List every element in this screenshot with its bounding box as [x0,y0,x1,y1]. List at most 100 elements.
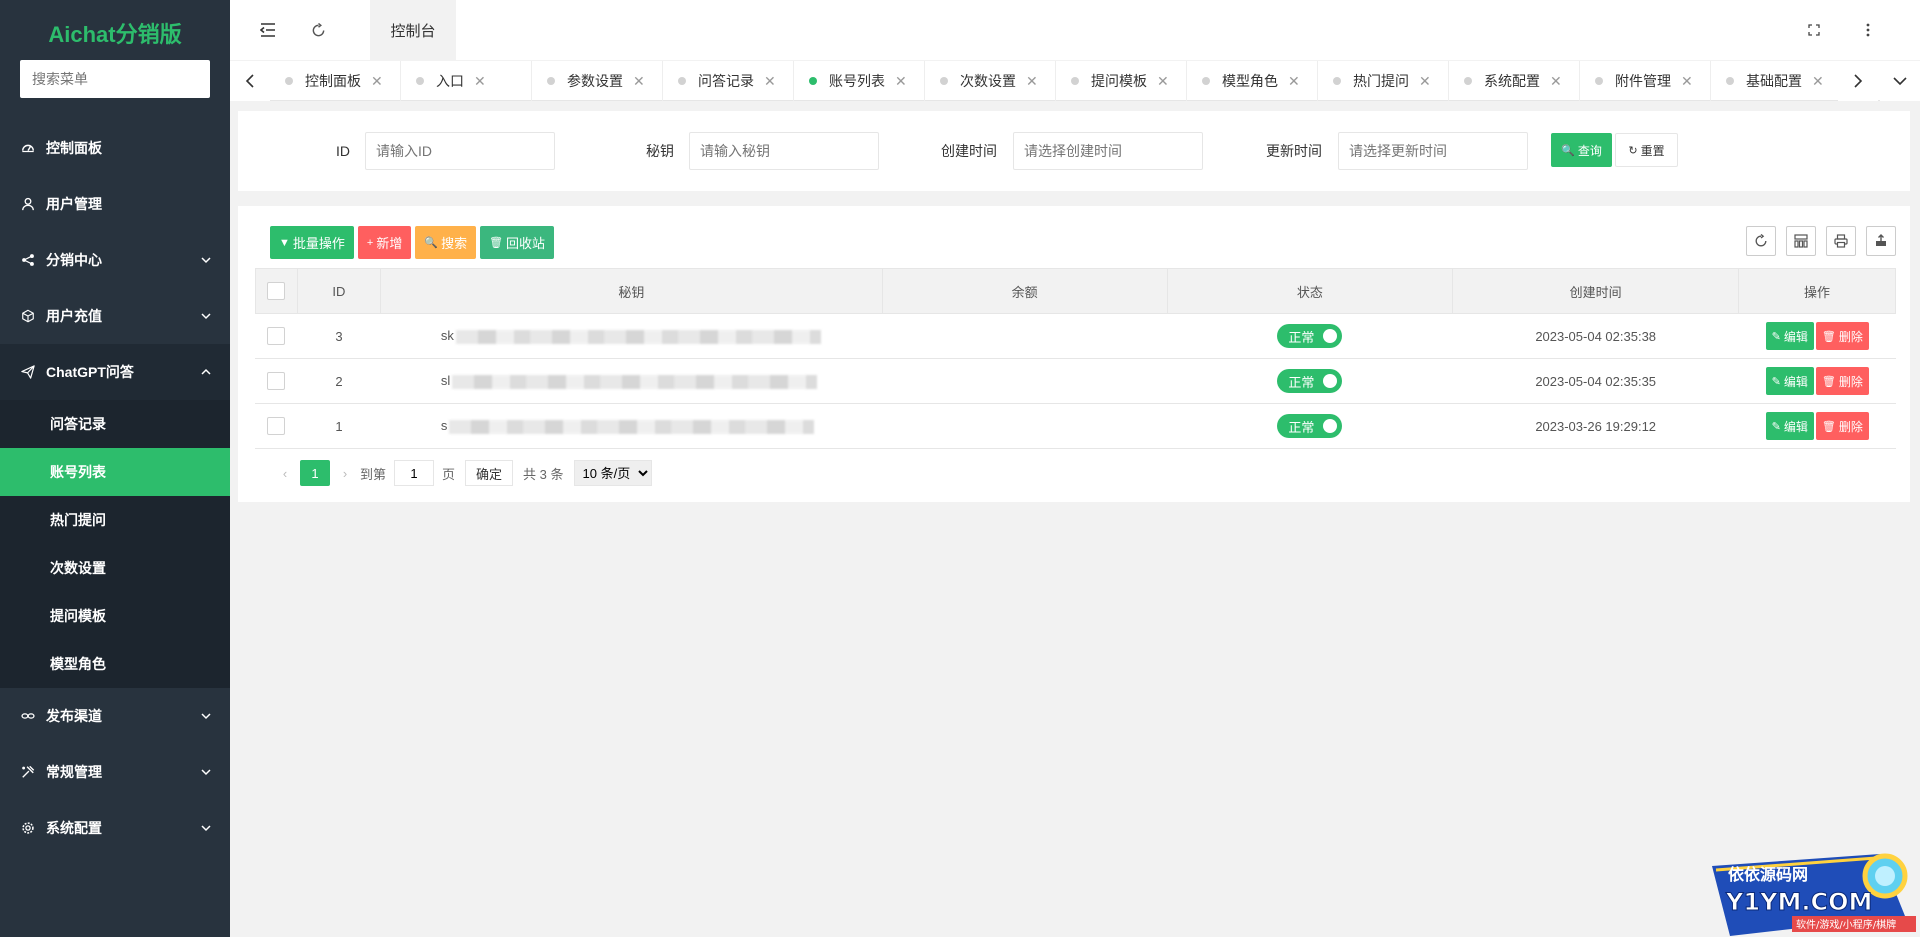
status-toggle[interactable]: 正常 [1277,324,1343,348]
close-icon[interactable]: ✕ [1812,73,1824,90]
table-refresh-button[interactable] [1746,226,1776,256]
sidebar-subitem-hot-questions[interactable]: 热门提问 [0,496,230,544]
column-header-balance[interactable]: 余额 [881,268,1168,314]
tabs-scroll-left-button[interactable] [230,61,270,101]
updated-time-input[interactable] [1338,132,1528,170]
tab-item[interactable]: 基础配置 ✕ [1711,61,1838,101]
status-text: 正常 [1288,329,1315,345]
tab-label: 控制面板 [305,73,361,89]
table-row: 3 sk 正常 2023-05-04 02:35:38 ✎ 编辑 🗑 删除 [255,313,1896,359]
row-checkbox[interactable] [267,417,286,435]
sidebar-subitem-question-templates[interactable]: 提问模板 [0,592,230,640]
menu-search-input[interactable] [20,60,210,98]
sidebar-item-dashboard[interactable]: 控制面板 [0,120,230,176]
delete-label: 删除 [1838,419,1863,434]
delete-button[interactable]: 🗑 删除 [1815,412,1869,440]
sidebar-item-general[interactable]: 常规管理 [0,744,230,800]
export-icon [1876,234,1886,246]
column-header-key[interactable]: 秘钥 [379,268,883,314]
tab-item[interactable]: 模型角色 ✕ [1187,61,1318,101]
row-checkbox[interactable] [267,327,286,345]
delete-button[interactable]: 🗑 删除 [1815,322,1869,350]
header-tab-console[interactable]: 控制台 [370,0,456,60]
batch-operation-button[interactable]: ▼ 批量操作 [270,226,354,259]
tab-item[interactable]: 参数设置 ✕ [532,61,663,101]
sidebar-item-recharge[interactable]: 用户充值 [0,288,230,344]
sidebar-subitem-account-list[interactable]: 账号列表 [0,448,230,496]
tab-item[interactable]: 附件管理 ✕ [1580,61,1711,101]
share-icon [20,252,36,268]
column-header-id[interactable]: ID [296,268,381,314]
fullscreen-button[interactable] [1788,0,1840,60]
tab-item[interactable]: 账号列表 ✕ [794,61,925,101]
row-checkbox[interactable] [267,372,286,390]
close-icon[interactable]: ✕ [1681,73,1693,90]
tab-item[interactable]: 问答记录 ✕ [663,61,794,101]
sidebar-item-users[interactable]: 用户管理 [0,176,230,232]
close-icon[interactable]: ✕ [1157,73,1169,90]
sidebar-subitem-model-roles[interactable]: 模型角色 [0,640,230,688]
column-header-created[interactable]: 创建时间 [1452,268,1740,314]
close-icon[interactable]: ✕ [1550,73,1562,90]
status-toggle[interactable]: 正常 [1277,369,1343,393]
sidebar-item-chatgpt[interactable]: ChatGPT问答 [0,344,230,400]
tab-item[interactable]: 系统配置 ✕ [1449,61,1580,101]
more-options-button[interactable] [1842,0,1894,60]
id-input[interactable] [365,132,555,170]
search-toggle-button[interactable]: 🔍 搜索 [415,226,477,259]
goto-page-input[interactable] [394,460,435,486]
chevron-down-icon [200,254,212,266]
edit-button[interactable]: ✎ 编辑 [1765,367,1814,395]
refresh-button[interactable] [292,0,344,60]
column-filter-button[interactable] [1786,226,1816,256]
close-icon[interactable]: ✕ [764,73,776,90]
tab-item[interactable]: 控制面板 ✕ [270,61,401,101]
status-toggle[interactable]: 正常 [1277,414,1343,438]
tab-status-dot [1595,77,1603,85]
column-header-status[interactable]: 状态 [1166,268,1454,314]
batch-operation-label: 批量操作 [292,236,345,251]
trash-icon: 🗑 [489,237,504,249]
refresh-icon [1755,234,1767,247]
close-icon[interactable]: ✕ [474,73,486,90]
sidebar-menu: 控制面板 用户管理 分销中心 用户充值 ChatGPT问答 问答记录 账号列表 … [0,120,230,856]
sidebar-subitem-qa-records[interactable]: 问答记录 [0,400,230,448]
add-button[interactable]: + 新增 [357,226,412,259]
tab-label: 参数设置 [567,73,623,89]
page-number-current[interactable]: 1 [300,460,330,486]
tabs-scroll-right-button[interactable] [1838,61,1878,101]
close-icon[interactable]: ✕ [371,73,383,90]
sidebar-item-system[interactable]: 系统配置 [0,800,230,856]
select-all-checkbox[interactable] [267,282,286,300]
close-icon[interactable]: ✕ [1288,73,1300,90]
chevron-down-icon [200,822,212,834]
goto-confirm-button[interactable]: 确定 [465,460,514,486]
print-button[interactable] [1826,226,1856,256]
close-icon[interactable]: ✕ [895,73,907,90]
tab-item[interactable]: 次数设置 ✕ [925,61,1056,101]
query-button[interactable]: 🔍 查询 [1551,133,1612,167]
page-size-select[interactable]: 10 条/页 [573,460,652,486]
prev-page-button[interactable]: ‹ [270,460,300,486]
sidebar-item-channels[interactable]: 发布渠道 [0,688,230,744]
next-page-button[interactable]: › [330,460,360,486]
edit-button[interactable]: ✎ 编辑 [1765,322,1814,350]
export-button[interactable] [1866,226,1896,256]
key-input[interactable] [689,132,879,170]
toggle-sidebar-button[interactable] [242,0,294,60]
recycle-bin-button[interactable]: 🗑 回收站 [480,226,555,259]
tabs-dropdown-button[interactable] [1880,61,1920,101]
edit-button[interactable]: ✎ 编辑 [1765,412,1814,440]
delete-button[interactable]: 🗑 删除 [1815,367,1869,395]
tab-item[interactable]: 提问模板 ✕ [1056,61,1187,101]
created-time-input[interactable] [1013,132,1203,170]
reset-button[interactable]: ↻ 重置 [1615,133,1678,167]
close-icon[interactable]: ✕ [1026,73,1038,90]
close-icon[interactable]: ✕ [1419,73,1431,90]
sidebar-subitem-usage-settings[interactable]: 次数设置 [0,544,230,592]
tab-item[interactable]: 入口 ✕ [401,61,532,101]
tab-item[interactable]: 热门提问 ✕ [1318,61,1449,101]
close-icon[interactable]: ✕ [633,73,645,90]
sidebar-item-distribution[interactable]: 分销中心 [0,232,230,288]
created-time-label: 创建时间 [941,143,997,159]
